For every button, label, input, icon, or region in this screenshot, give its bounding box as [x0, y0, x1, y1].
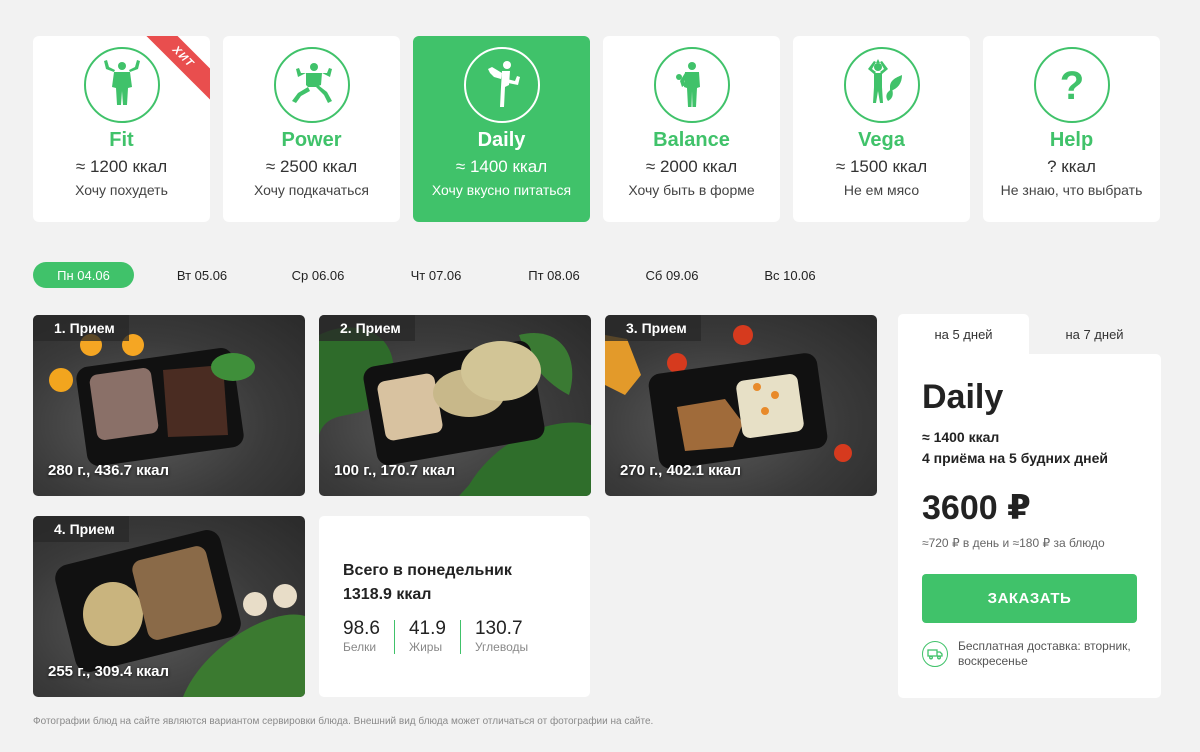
macro-label: Белки — [343, 640, 377, 654]
plan-kcal: ≈ 1200 ккал — [75, 157, 168, 176]
macros-row: 98.6 Белки 41.9 Жиры 130.7 Углеводы — [343, 618, 566, 654]
plan-card-balance[interactable]: Balance ≈ 2000 ккал Хочу быть в форме — [603, 36, 780, 222]
macro-value: 130.7 — [474, 618, 523, 639]
macro-protein: 98.6 Белки — [343, 618, 380, 654]
meal-card-4[interactable]: 4. Прием 255 г., 309.4 ккал — [33, 516, 305, 697]
meal-tag: 3. Прием — [605, 315, 701, 341]
macro-divider — [393, 620, 395, 654]
plan-name: Fit — [109, 129, 134, 151]
day-tab-fri[interactable]: Пт 08.06 — [506, 262, 602, 288]
tab-7-days[interactable]: на 7 дней — [1029, 314, 1160, 354]
totals-kcal: 1318.9 ккал — [343, 586, 432, 603]
plan-card-fit[interactable]: ХИТ Fit ≈ 1200 ккал Хочу похудеть — [33, 36, 210, 222]
macro-label: Жиры — [408, 640, 443, 654]
meal-info: 280 г., 436.7 ккал — [48, 462, 170, 479]
meal-tag: 1. Прием — [33, 315, 129, 341]
plan-name: Help — [1049, 129, 1094, 151]
day-totals-card: Всего в понедельник 1318.9 ккал 98.6 Бел… — [319, 516, 590, 697]
plan-card-power[interactable]: Power ≈ 2500 ккал Хочу подкачаться — [223, 36, 400, 222]
day-tab-sun[interactable]: Вс 10.06 — [742, 262, 838, 288]
day-tab-mon[interactable]: Пн 04.06 — [33, 262, 134, 288]
plan-name: Power — [281, 129, 342, 151]
order-price: 3600 ₽ — [922, 489, 1031, 527]
totals-title: Всего в понедельник — [343, 562, 512, 579]
order-per-day: ≈720 ₽ в день и ≈180 ₽ за блюдо — [922, 536, 1105, 550]
meal-card-2[interactable]: 2. Прием 100 г., 170.7 ккал — [319, 315, 591, 496]
power-figure-icon — [273, 47, 350, 123]
order-button[interactable]: ЗАКАЗАТЬ — [922, 574, 1137, 623]
macro-divider — [459, 620, 461, 654]
day-tab-tue[interactable]: Вт 05.06 — [134, 262, 270, 288]
plan-kcal: ≈ 1500 ккал — [835, 157, 928, 176]
svg-text:?: ? — [1059, 64, 1083, 108]
plan-description: Хочу быть в форме — [628, 182, 755, 198]
plan-kcal: ? ккал — [1047, 157, 1096, 176]
daily-figure-icon — [463, 47, 540, 123]
meal-card-3[interactable]: 3. Прием 270 г., 402.1 ккал — [605, 315, 877, 496]
order-panel: Daily ≈ 1400 ккал 4 приёма на 5 будних д… — [898, 354, 1161, 698]
macro-carbs: 130.7 Углеводы — [475, 618, 528, 654]
plan-kcal: ≈ 1400 ккал — [455, 157, 548, 176]
plan-kcal: ≈ 2500 ккал — [265, 157, 358, 176]
meal-tag: 4. Прием — [33, 516, 129, 542]
balance-figure-icon — [653, 47, 730, 123]
day-selector: Пн 04.06 Вт 05.06 Ср 06.06 Чт 07.06 Пт 0… — [33, 262, 838, 288]
order-plan-name: Daily — [922, 378, 1004, 416]
delivery-info: Бесплатная доставка: вторник, воскресень… — [922, 639, 1137, 669]
photo-disclaimer: Фотографии блюд на сайте являются вариан… — [33, 716, 654, 727]
plan-description: Не ем мясо — [843, 182, 920, 198]
duration-tabs: на 5 дней на 7 дней — [898, 314, 1160, 354]
meal-info: 100 г., 170.7 ккал — [334, 462, 456, 479]
day-tab-wed[interactable]: Ср 06.06 — [270, 262, 366, 288]
macro-label: Углеводы — [474, 640, 529, 654]
plan-description: Хочу вкусно питаться — [431, 182, 572, 198]
macro-value: 41.9 — [408, 618, 446, 639]
plan-kcal: ≈ 2000 ккал — [645, 157, 738, 176]
macro-fat: 41.9 Жиры — [409, 618, 446, 654]
macro-value: 98.6 — [343, 618, 380, 639]
truck-icon — [922, 641, 948, 667]
plan-card-daily[interactable]: Daily ≈ 1400 ккал Хочу вкусно питаться — [413, 36, 590, 222]
plan-description: Хочу похудеть — [75, 182, 168, 198]
meal-card-1[interactable]: 1. Прием 280 г., 436.7 ккал — [33, 315, 305, 496]
meal-info: 270 г., 402.1 ккал — [620, 462, 742, 479]
plan-name: Vega — [858, 129, 905, 151]
question-icon: ? — [1033, 47, 1110, 123]
vega-figure-icon — [843, 47, 920, 123]
plan-description: Не знаю, что выбрать — [1000, 182, 1143, 198]
fit-figure-icon — [83, 47, 160, 123]
plan-selector: ХИТ Fit ≈ 1200 ккал Хочу похудеть Power — [33, 36, 1160, 222]
plan-name: Daily — [477, 129, 526, 151]
plan-name: Balance — [653, 129, 730, 151]
delivery-text: Бесплатная доставка: вторник, воскресень… — [958, 639, 1131, 668]
meal-tag: 2. Прием — [319, 315, 415, 341]
plan-description: Хочу подкачаться — [253, 182, 370, 198]
meal-info: 255 г., 309.4 ккал — [48, 663, 170, 680]
plan-card-help[interactable]: ? Help ? ккал Не знаю, что выбрать — [983, 36, 1160, 222]
plan-card-vega[interactable]: Vega ≈ 1500 ккал Не ем мясо — [793, 36, 970, 222]
day-tab-sat[interactable]: Сб 09.06 — [602, 262, 742, 288]
order-meals: 4 приёма на 5 будних дней — [922, 450, 1108, 466]
day-tab-thu[interactable]: Чт 07.06 — [366, 262, 506, 288]
tab-5-days[interactable]: на 5 дней — [898, 314, 1029, 354]
order-kcal: ≈ 1400 ккал — [922, 429, 1000, 445]
